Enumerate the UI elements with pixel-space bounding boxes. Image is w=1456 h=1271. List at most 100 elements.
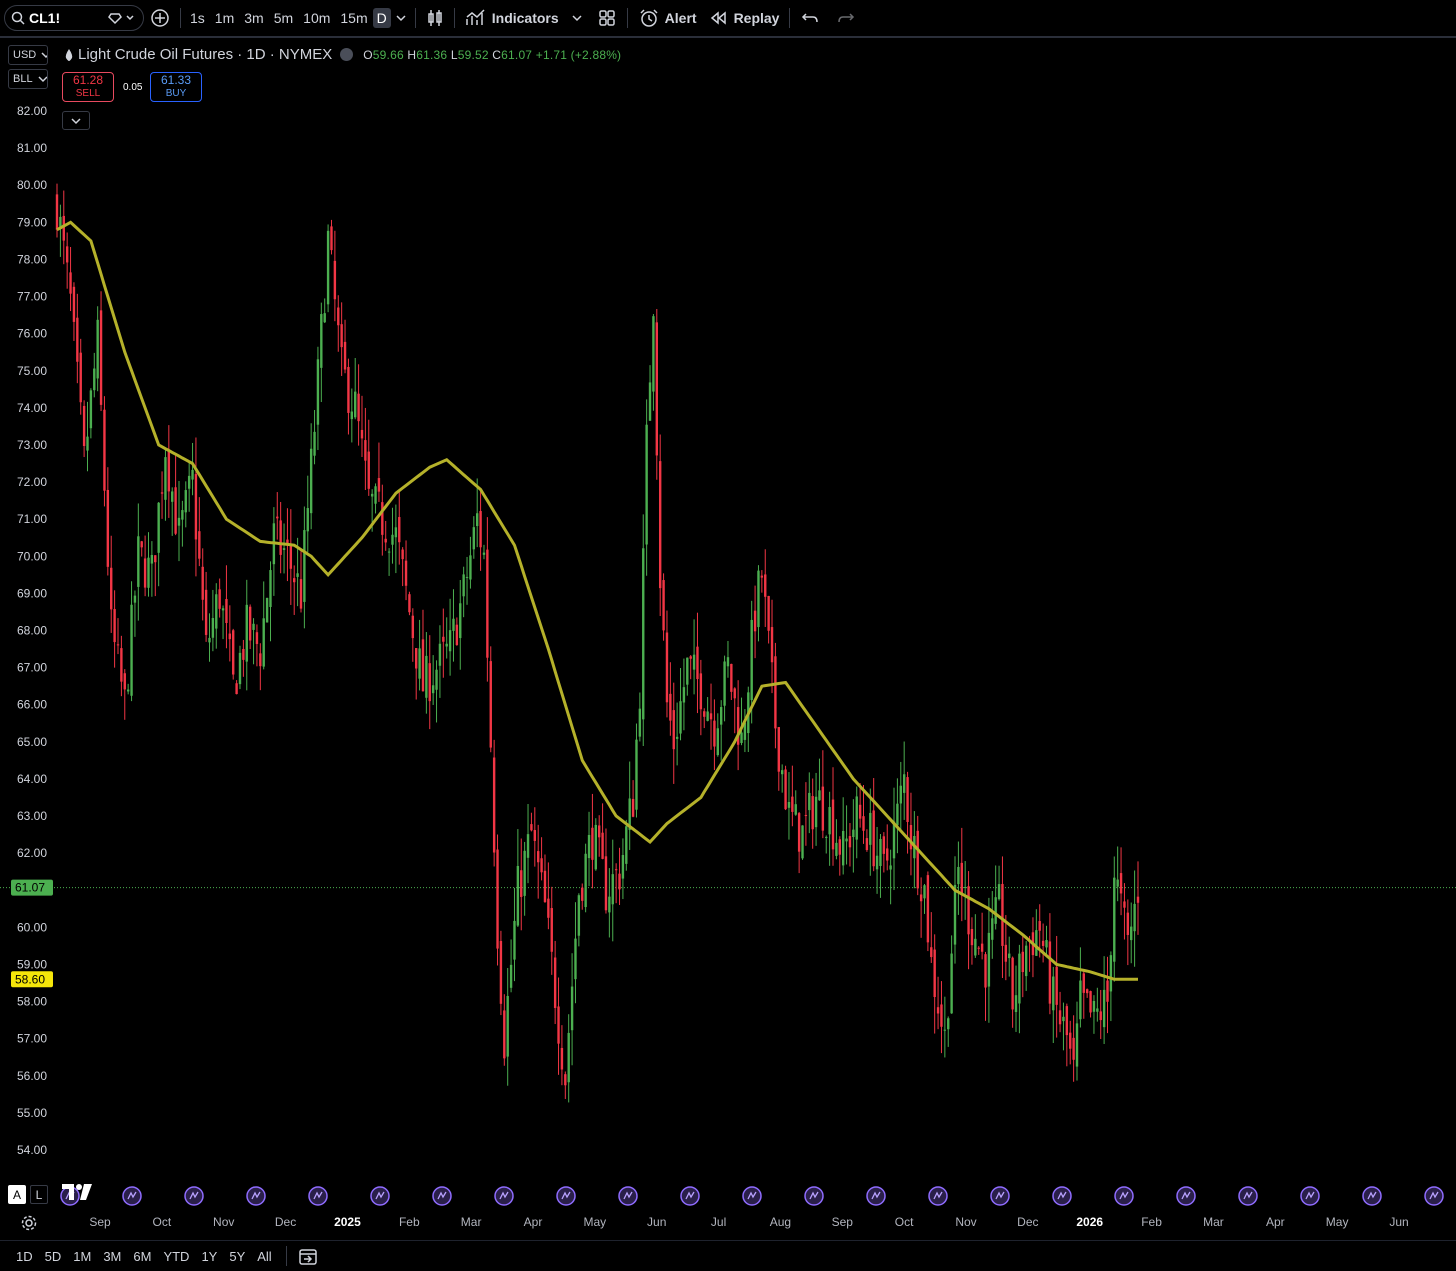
candle [279, 501, 282, 574]
candle [1062, 1002, 1065, 1051]
candle [320, 302, 323, 403]
candle [594, 818, 598, 871]
event-marker-icon[interactable] [1114, 1186, 1134, 1206]
event-marker-icon[interactable] [432, 1186, 452, 1206]
candle [967, 871, 970, 970]
candle [557, 977, 560, 1075]
candle-body [936, 1007, 940, 1014]
event-marker-icon[interactable] [680, 1186, 700, 1206]
candle [120, 635, 123, 697]
auto-scale-button[interactable]: A [8, 1185, 26, 1204]
candle [828, 791, 831, 866]
buy-button[interactable]: 61.33 BUY [150, 72, 202, 102]
candle-body [889, 865, 892, 870]
candle [194, 437, 198, 577]
candle [533, 807, 537, 867]
range-all[interactable]: All [251, 1249, 277, 1264]
event-marker-icon[interactable] [804, 1186, 824, 1206]
candle [672, 682, 675, 784]
candle [665, 610, 669, 718]
candle-body [618, 873, 621, 890]
candle-body [1099, 1011, 1102, 1021]
candle-body [947, 1018, 950, 1030]
candle-body [767, 595, 770, 631]
candle-body [157, 502, 160, 553]
candle-body [797, 813, 801, 852]
y-tick-label: 60.00 [17, 920, 47, 934]
range-ytd[interactable]: YTD [157, 1249, 195, 1264]
time-axis[interactable]: Sep Oct Nov Dec 2025 Feb Mar Apr May Jun Jul Aug Sep… [89, 1215, 1408, 1229]
candle [133, 590, 137, 637]
log-scale-button[interactable]: L [30, 1185, 48, 1204]
event-marker-icon[interactable] [866, 1186, 886, 1206]
candle-body [133, 595, 137, 603]
price-axis[interactable]: 82.00 81.00 80.00 79.00 78.00 77.00 76.00 75.00… [11, 104, 53, 1157]
candle-body [526, 834, 530, 858]
candle [875, 827, 879, 894]
candle [655, 308, 659, 480]
candle [1079, 947, 1082, 1028]
candle [753, 585, 757, 659]
event-marker-icon[interactable] [494, 1186, 514, 1206]
range-3m[interactable]: 3M [97, 1249, 127, 1264]
x-tick-label: Jul [711, 1215, 726, 1229]
candle-body [953, 884, 957, 945]
event-marker-icon[interactable] [618, 1186, 638, 1206]
range-6m[interactable]: 6M [127, 1249, 157, 1264]
candle-body [997, 884, 1001, 900]
candle-body [364, 440, 367, 461]
candle [919, 877, 923, 938]
series-title: Light Crude Oil Futures · 1D · NYMEX [78, 46, 333, 63]
event-marker-icon[interactable] [1424, 1186, 1444, 1206]
date-range-icon[interactable] [297, 1246, 321, 1266]
event-marker-icon[interactable] [1052, 1186, 1072, 1206]
candle [1099, 989, 1102, 1040]
event-marker-icon[interactable] [742, 1186, 762, 1206]
settings-gear-icon[interactable] [20, 1214, 38, 1232]
low-label: L [450, 47, 458, 62]
sell-price: 61.28 [72, 73, 104, 87]
range-1m[interactable]: 1M [67, 1249, 97, 1264]
price-chart[interactable]: 82.00 81.00 80.00 79.00 78.00 77.00 76.00 75.00… [0, 0, 1456, 1270]
candle [808, 772, 811, 834]
event-marker-icon[interactable] [1176, 1186, 1196, 1206]
event-marker-icon[interactable] [122, 1186, 142, 1206]
candle [791, 765, 794, 827]
candle [147, 532, 150, 597]
candle-body [452, 618, 455, 631]
candle-body [841, 830, 845, 866]
event-marker-icon[interactable] [928, 1186, 948, 1206]
event-marker-icon[interactable] [556, 1186, 576, 1206]
candle-body [709, 713, 713, 720]
event-marker-icon[interactable] [370, 1186, 390, 1206]
candle-body [377, 478, 381, 492]
candle-body [520, 870, 523, 897]
visibility-icon[interactable] [340, 48, 354, 61]
event-marker-icon[interactable] [990, 1186, 1010, 1206]
range-5d[interactable]: 5D [39, 1249, 68, 1264]
currency-select[interactable]: USD [8, 45, 48, 65]
event-marker-icon[interactable] [308, 1186, 328, 1206]
candle-body [299, 579, 303, 609]
y-tick-label: 79.00 [17, 215, 47, 229]
candle [313, 410, 316, 465]
candle-body [1079, 980, 1082, 1020]
candle [570, 953, 574, 1066]
unit-select[interactable]: BLL [8, 69, 48, 89]
candle [1089, 990, 1092, 1018]
candle-body [631, 798, 635, 817]
candle-body [350, 411, 354, 420]
candle-body [428, 663, 431, 702]
range-1d[interactable]: 1D [10, 1249, 39, 1264]
range-1y[interactable]: 1Y [195, 1249, 223, 1264]
event-marker-icon[interactable] [246, 1186, 266, 1206]
range-5y[interactable]: 5Y [223, 1249, 251, 1264]
candle-body [448, 630, 452, 652]
event-marker-icon[interactable] [1362, 1186, 1382, 1206]
candle-body [316, 359, 320, 425]
event-marker-icon[interactable] [184, 1186, 204, 1206]
event-marker-icon[interactable] [1300, 1186, 1320, 1206]
collapse-legend-button[interactable] [62, 111, 90, 130]
event-marker-icon[interactable] [1238, 1186, 1258, 1206]
sell-button[interactable]: 61.28 SELL [62, 72, 114, 102]
